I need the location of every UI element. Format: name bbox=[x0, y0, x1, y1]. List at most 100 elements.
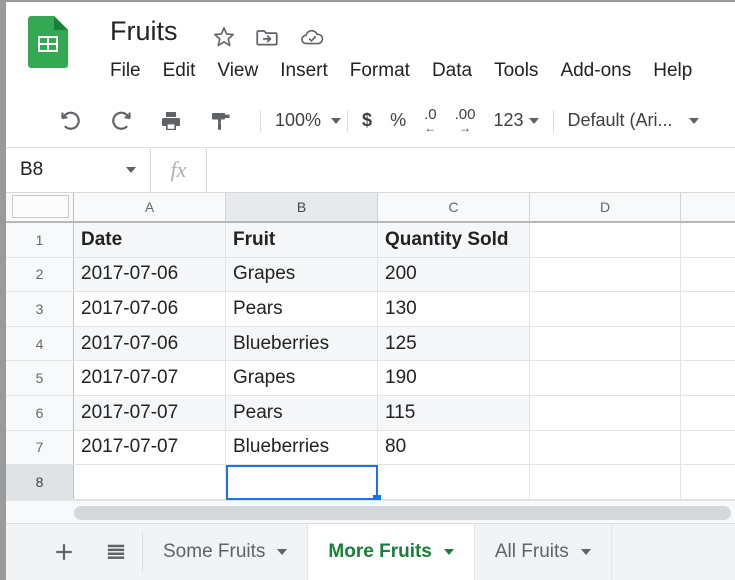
more-formats-dropdown[interactable]: 123 bbox=[493, 110, 539, 131]
cell-c1[interactable]: Quantity Sold bbox=[378, 223, 530, 257]
column-header-d[interactable]: D bbox=[530, 193, 681, 221]
column-header-a[interactable]: A bbox=[74, 193, 226, 221]
star-icon[interactable] bbox=[211, 24, 237, 50]
cloud-saved-icon[interactable] bbox=[299, 24, 325, 50]
decrease-decimal-button[interactable]: .0 ← bbox=[424, 107, 437, 134]
cell-d1[interactable] bbox=[530, 223, 681, 257]
cell-b2[interactable]: Grapes bbox=[226, 257, 378, 292]
cell-b6[interactable]: Pears bbox=[226, 395, 378, 430]
row-header-8[interactable]: 8 bbox=[6, 465, 74, 499]
document-title[interactable]: Fruits bbox=[110, 16, 178, 47]
menu-insert[interactable]: Insert bbox=[280, 60, 328, 82]
row-header-1[interactable]: 1 bbox=[6, 223, 74, 257]
cell-c7[interactable]: 80 bbox=[378, 430, 530, 465]
select-all-corner[interactable] bbox=[6, 193, 74, 221]
row-header-5[interactable]: 5 bbox=[6, 361, 74, 395]
cell-b7[interactable]: Blueberries bbox=[226, 430, 378, 465]
menu-tools[interactable]: Tools bbox=[494, 60, 538, 82]
cell-e3[interactable] bbox=[681, 292, 735, 326]
cell-e6[interactable] bbox=[681, 396, 735, 430]
chevron-down-icon[interactable] bbox=[443, 549, 454, 555]
zoom-level-label: 100% bbox=[275, 110, 322, 130]
sheet-tab-more-fruits[interactable]: More Fruits bbox=[308, 524, 475, 580]
cell-b4[interactable]: Blueberries bbox=[226, 326, 378, 361]
cell-c5[interactable]: 190 bbox=[378, 361, 530, 395]
currency-format-button[interactable]: $ bbox=[362, 110, 372, 131]
font-family-dropdown[interactable]: Default (Ari... bbox=[568, 110, 699, 131]
paint-format-icon[interactable] bbox=[204, 104, 238, 138]
cell-c4[interactable]: 125 bbox=[378, 326, 530, 361]
cell-e4[interactable] bbox=[681, 327, 735, 361]
cell-b3[interactable]: Pears bbox=[226, 292, 378, 326]
cell-a4[interactable]: 2017-07-06 bbox=[74, 326, 226, 361]
menu-edit[interactable]: Edit bbox=[163, 60, 196, 82]
menu-bar: File Edit View Insert Format Data Tools … bbox=[110, 60, 692, 82]
formula-input[interactable] bbox=[207, 148, 735, 192]
column-header-e[interactable] bbox=[681, 193, 735, 221]
cell-c6[interactable]: 115 bbox=[378, 395, 530, 430]
menu-format[interactable]: Format bbox=[350, 60, 410, 82]
cell-e2[interactable] bbox=[681, 258, 735, 292]
cell-e5[interactable] bbox=[681, 361, 735, 395]
column-header-b[interactable]: B bbox=[226, 193, 378, 221]
cell-b5[interactable]: Grapes bbox=[226, 361, 378, 395]
chevron-down-icon bbox=[688, 117, 699, 124]
cell-e1[interactable] bbox=[681, 223, 735, 257]
cell-e7[interactable] bbox=[681, 431, 735, 465]
increase-decimal-button[interactable]: .00 → bbox=[455, 107, 476, 134]
print-icon[interactable] bbox=[154, 104, 188, 138]
zoom-dropdown[interactable]: 100% bbox=[275, 110, 342, 131]
cell-b1[interactable]: Fruit bbox=[226, 223, 378, 257]
sheet-tab-bar: Some Fruits More Fruits All Fruits bbox=[6, 523, 735, 580]
row-header-2[interactable]: 2 bbox=[6, 257, 74, 292]
cell-d7[interactable] bbox=[530, 430, 681, 465]
table-row: 8 bbox=[6, 465, 735, 500]
cell-d8[interactable] bbox=[530, 465, 681, 499]
toolbar-divider-3 bbox=[552, 109, 554, 132]
undo-icon[interactable] bbox=[54, 104, 88, 138]
cell-a2[interactable]: 2017-07-06 bbox=[74, 257, 226, 292]
horizontal-scroll-thumb[interactable] bbox=[74, 505, 731, 520]
menu-data[interactable]: Data bbox=[432, 60, 472, 82]
name-box[interactable]: B8 bbox=[6, 148, 151, 192]
column-header-c[interactable]: C bbox=[378, 193, 530, 221]
chevron-down-icon[interactable] bbox=[277, 549, 288, 555]
name-box-value: B8 bbox=[20, 159, 44, 180]
all-sheets-button[interactable] bbox=[90, 524, 142, 580]
menu-file[interactable]: File bbox=[110, 60, 141, 82]
cell-d3[interactable] bbox=[530, 292, 681, 326]
cell-a6[interactable]: 2017-07-07 bbox=[74, 395, 226, 430]
row-header-4[interactable]: 4 bbox=[6, 326, 74, 361]
sheet-tab-some-fruits[interactable]: Some Fruits bbox=[143, 524, 309, 580]
cell-b8[interactable] bbox=[226, 465, 378, 499]
menu-help[interactable]: Help bbox=[653, 60, 692, 82]
cell-a3[interactable]: 2017-07-06 bbox=[74, 292, 226, 326]
cell-a1[interactable]: Date bbox=[74, 223, 226, 257]
horizontal-scroll-track[interactable] bbox=[74, 505, 731, 520]
row-header-6[interactable]: 6 bbox=[6, 395, 74, 430]
table-row: 4 2017-07-06 Blueberries 125 bbox=[6, 326, 735, 362]
cell-d2[interactable] bbox=[530, 257, 681, 292]
cell-a5[interactable]: 2017-07-07 bbox=[74, 361, 226, 395]
cell-a7[interactable]: 2017-07-07 bbox=[74, 430, 226, 465]
cell-c3[interactable]: 130 bbox=[378, 292, 530, 326]
chevron-down-icon[interactable] bbox=[580, 549, 591, 555]
menu-view[interactable]: View bbox=[217, 60, 258, 82]
row-header-7[interactable]: 7 bbox=[6, 430, 74, 465]
cell-d6[interactable] bbox=[530, 395, 681, 430]
row-header-3[interactable]: 3 bbox=[6, 292, 74, 326]
sheet-tab-all-fruits[interactable]: All Fruits bbox=[474, 524, 612, 580]
cell-d5[interactable] bbox=[530, 361, 681, 395]
cell-c8[interactable] bbox=[378, 465, 530, 499]
move-to-folder-icon[interactable] bbox=[254, 24, 280, 50]
add-sheet-button[interactable] bbox=[38, 524, 90, 580]
percent-format-button[interactable]: % bbox=[390, 110, 406, 131]
cell-e8[interactable] bbox=[681, 465, 735, 499]
cell-a8[interactable] bbox=[74, 465, 226, 499]
toolbar-divider-1 bbox=[260, 109, 261, 132]
cell-d4[interactable] bbox=[530, 326, 681, 361]
cell-c2[interactable]: 200 bbox=[378, 257, 530, 292]
increase-decimal-label: .00 bbox=[454, 106, 476, 123]
menu-add-ons[interactable]: Add-ons bbox=[560, 60, 631, 82]
redo-icon[interactable] bbox=[104, 104, 138, 138]
